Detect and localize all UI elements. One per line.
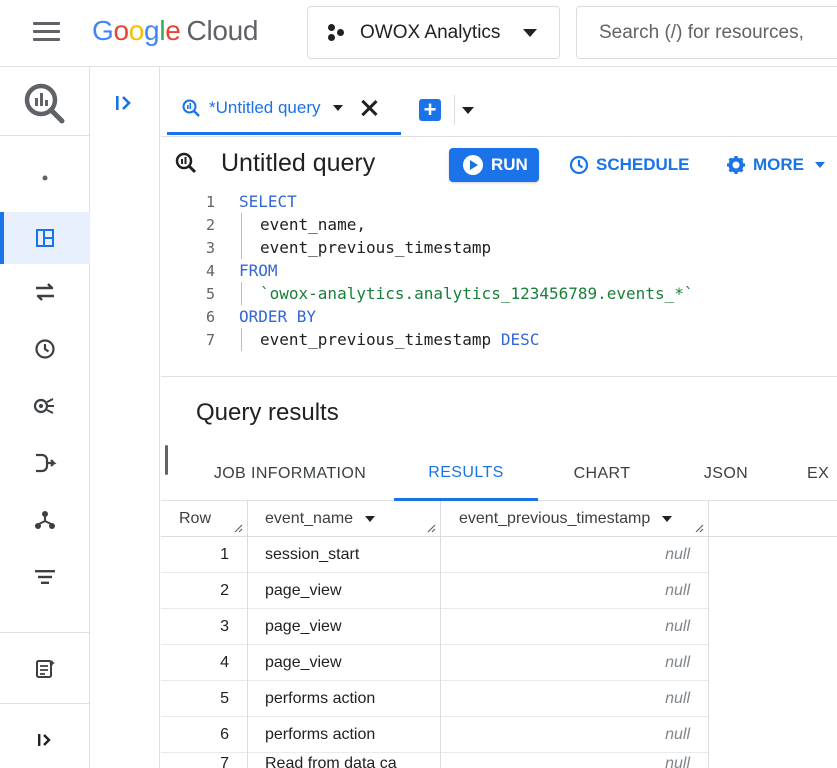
code-line: 6 ORDER BY [205,307,317,326]
code-line: 5 `owox-analytics.analytics_123456789.ev… [205,284,694,303]
code-line: 3 event_previous_timestamp [205,238,492,257]
tab-results[interactable]: RESULTS [394,447,538,501]
sql-editor[interactable]: 1 SELECT 2 event_name, 3 event_previous_… [161,189,837,355]
explorer-rail [90,67,160,768]
play-icon [463,155,483,175]
more-button[interactable]: MORE [726,148,825,182]
column-header-event-name[interactable]: event_name [248,501,441,537]
table-row[interactable]: 7 Read from data ca null [161,753,709,768]
project-icon [326,23,346,42]
column-resize-icon[interactable] [234,524,243,533]
tab-menu-caret-icon[interactable] [332,104,343,111]
tab-json[interactable]: JSON [671,447,781,501]
studio-icon[interactable] [0,212,90,264]
code-line: 4 FROM [205,261,278,280]
pipeline-icon[interactable] [0,440,90,486]
project-picker[interactable]: OWOX Analytics [307,6,560,59]
bigquery-logo-icon[interactable] [22,81,66,125]
editor-toolbar: Untitled query RUN SCHEDULE MORE [161,137,837,189]
product-rail [0,67,90,768]
clock-icon [569,155,589,175]
new-query-plus-icon[interactable]: + [419,99,441,121]
project-name: OWOX Analytics [360,21,501,43]
expand-explorer-icon[interactable] [108,87,140,119]
query-icon [182,99,200,117]
column-header-event-previous-timestamp[interactable]: event_previous_timestamp [441,501,709,537]
top-header: Google Cloud OWOX Analytics Search (/) fo… [0,0,837,67]
rail-dot-icon[interactable] [0,155,90,201]
query-results-panel: Query results JOB INFORMATION RESULTS CH… [161,376,837,768]
run-button[interactable]: RUN [449,148,539,182]
gear-icon [727,156,745,174]
column-resize-icon[interactable] [427,524,436,533]
schedule-button[interactable]: SCHEDULE [569,148,690,182]
table-row[interactable]: 3 page_view null [161,609,709,645]
analytics-hub-icon[interactable] [0,383,90,429]
scheduled-queries-clock-icon[interactable] [0,326,90,372]
code-line: 2 event_name, [205,215,366,234]
column-header-row[interactable]: Row [161,501,248,537]
table-row[interactable]: 2 page_view null [161,573,709,609]
query-title: Untitled query [221,149,376,177]
search-input[interactable]: Search (/) for resources, [576,6,837,59]
table-row[interactable]: 6 performs action null [161,717,709,753]
query-tab-strip: *Untitled query + [161,67,837,137]
new-tab-dropdown-icon[interactable] [462,107,474,114]
tab-untitled-query[interactable]: *Untitled query [167,83,401,135]
column-menu-caret-icon[interactable] [365,516,376,522]
tab-label: *Untitled query [209,97,321,117]
data-transfer-icon[interactable] [0,269,90,315]
column-resize-icon[interactable] [695,524,704,533]
close-tab-icon[interactable] [359,98,379,118]
expand-rail-icon[interactable] [0,717,90,763]
release-notes-icon[interactable] [0,646,90,692]
table-header: Row event_name event_previous_timestamp [161,501,837,537]
column-menu-caret-icon[interactable] [662,516,673,522]
table-row[interactable]: 5 performs action null [161,681,709,717]
code-line: 1 SELECT [205,192,297,211]
code-line: 7 event_previous_timestamp DESC [205,330,540,349]
main-menu-icon[interactable] [33,22,60,42]
results-heading: Query results [196,399,339,426]
tab-chart[interactable]: CHART [551,447,653,501]
tab-job-information[interactable]: JOB INFORMATION [185,447,395,501]
table-row[interactable]: 1 session_start null [161,537,709,573]
dataform-tree-icon[interactable] [0,497,90,543]
google-cloud-logo[interactable]: Google Cloud [92,15,259,47]
table-row[interactable]: 4 page_view null [161,645,709,681]
results-tabs: JOB INFORMATION RESULTS CHART JSON EX [161,447,837,501]
filter-list-icon[interactable] [0,554,90,600]
chevron-down-icon [815,162,825,168]
query-editor-icon [175,152,197,174]
tab-execution-details[interactable]: EX [807,447,837,501]
chevron-down-icon [523,29,537,37]
